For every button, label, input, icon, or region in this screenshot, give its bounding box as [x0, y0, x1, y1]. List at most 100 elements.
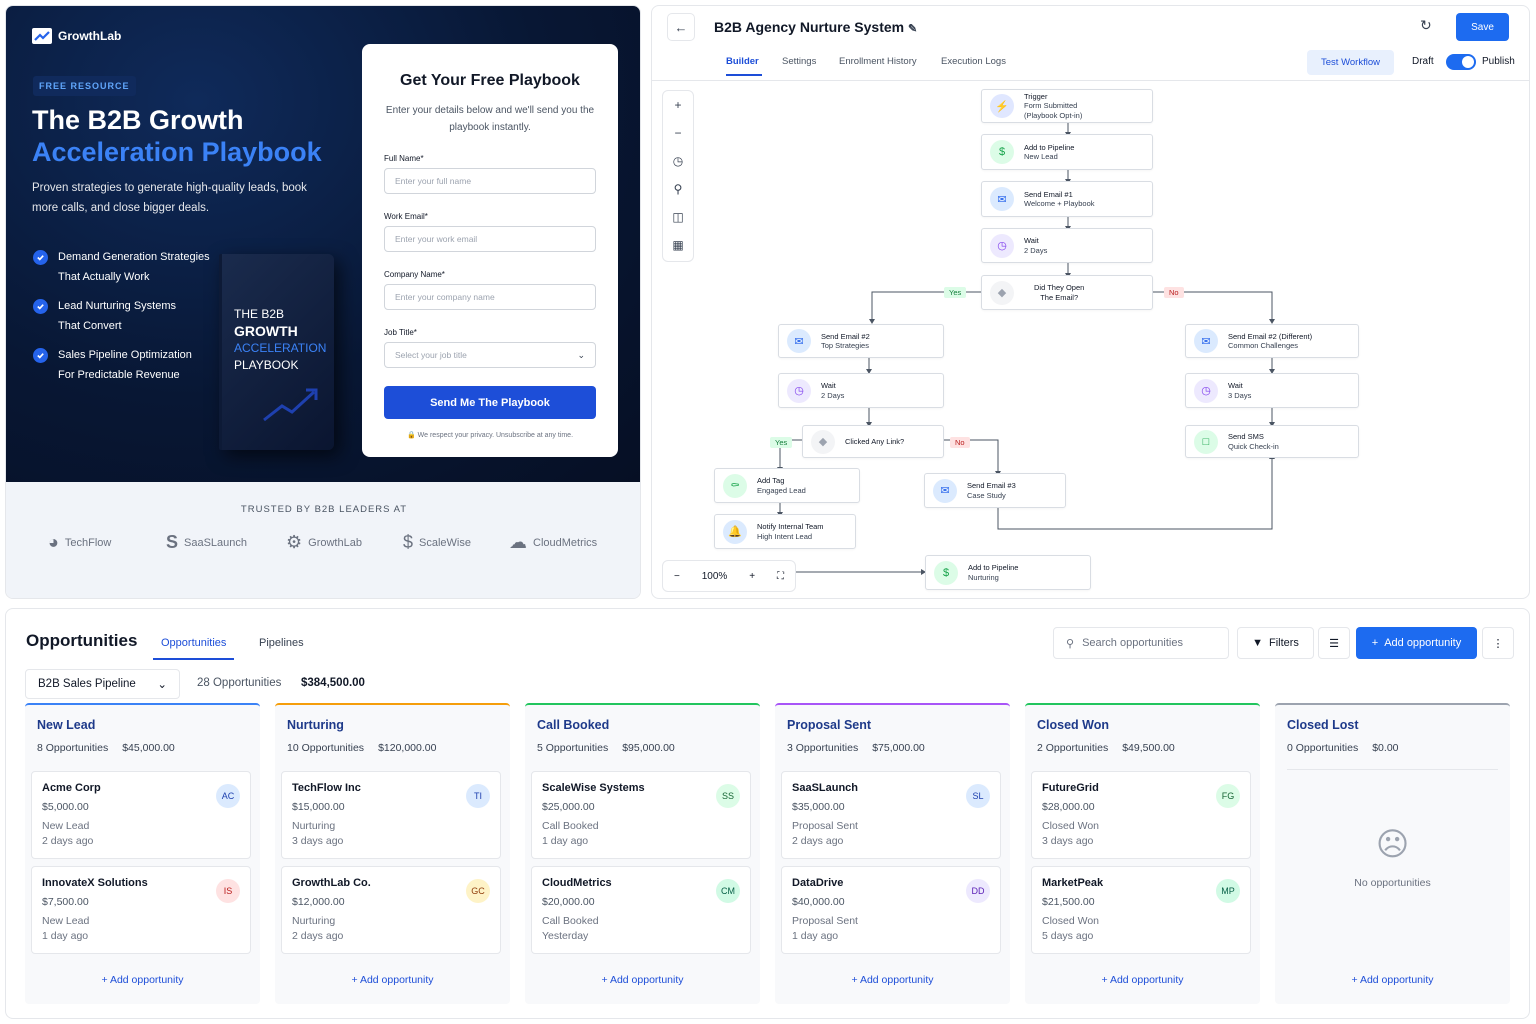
opportunity-card[interactable]: MarketPeak $21,500.00 Closed Won 5 days ago… — [1031, 866, 1251, 954]
node-title: Send Email #2 — [821, 331, 870, 341]
pipeline-column: Closed Lost 0 Opportunities $0.00 ☹ No oppor… — [1275, 703, 1510, 1004]
chat-icon: □ — [1194, 429, 1218, 454]
trigger-node[interactable]: ⚡ Trigger Form Submitted (Playbook Opt-in) — [981, 89, 1153, 123]
pipeline-select[interactable]: B2B Sales Pipeline ⌄ — [25, 669, 180, 699]
opportunity-card[interactable]: FutureGrid $28,000.00 Closed Won 3 days ago… — [1031, 771, 1251, 859]
add-opportunity-button[interactable]: + Add opportunity — [1356, 627, 1477, 659]
card-stage: Call Booked — [542, 915, 599, 927]
opportunity-card[interactable]: SaaSLaunch $35,000.00 Proposal Sent 2 days … — [781, 771, 1001, 859]
card-value: $28,000.00 — [1042, 801, 1095, 813]
saaslaunch-icon: S — [166, 532, 179, 552]
empty-text: No opportunities — [1354, 877, 1431, 889]
node-subtitle: Top Strategies — [821, 341, 869, 350]
column-title: Proposal Sent — [787, 718, 872, 732]
node-title: Notify Internal Team — [757, 522, 824, 531]
column-value: $95,000.00 — [622, 742, 675, 754]
add-opportunity-link[interactable]: + Add opportunity — [275, 974, 510, 986]
send-email-node[interactable]: ✉ Send Email #2 Top Strategies — [778, 324, 944, 358]
card-stage: New Lead — [42, 820, 90, 832]
full-name-input[interactable]: Enter your full name — [384, 168, 596, 194]
feature-item: Demand Generation Strategies That Actuall… — [33, 248, 210, 287]
submit-playbook-button[interactable]: Send Me The Playbook — [384, 386, 596, 419]
notify-team-node[interactable]: 🔔 Notify Internal Team High Intent Lead — [714, 514, 856, 549]
diamond-icon: ◆ — [811, 429, 835, 454]
card-name: DataDrive — [792, 877, 844, 889]
brand-logo[interactable]: GrowthLab — [32, 28, 121, 44]
add-pipeline-node[interactable]: $ Add to Pipeline Nurturing — [925, 555, 1091, 590]
add-opportunity-link[interactable]: + Add opportunity — [1275, 974, 1510, 986]
mail-icon: ✉ — [1194, 329, 1218, 353]
avatar: AC — [216, 784, 240, 808]
add-opportunity-link[interactable]: + Add opportunity — [1025, 974, 1260, 986]
book-line1: THE B2B — [234, 307, 285, 321]
card-name: TechFlow Inc — [292, 782, 361, 794]
opportunity-card[interactable]: InnovateX Solutions $7,500.00 New Lead 1 da… — [31, 866, 251, 954]
hero-section: GrowthLab FREE RESOURCE The B2B Growth A… — [6, 6, 640, 482]
wait-node[interactable]: ◷ Wait 2 Days — [981, 228, 1153, 263]
divider — [1287, 769, 1498, 770]
placeholder-text: Enter your company name — [395, 292, 495, 302]
work-email-input[interactable]: Enter your work email — [384, 226, 596, 252]
zoom-out-icon[interactable]: − — [674, 571, 680, 582]
hero-title-line2: Acceleration Playbook — [32, 137, 322, 167]
add-opportunity-link[interactable]: + Add opportunity — [775, 974, 1010, 986]
opportunity-card[interactable]: ScaleWise Systems $25,000.00 Call Booked 1 … — [531, 771, 751, 859]
opportunity-card[interactable]: Acme Corp $5,000.00 New Lead 2 days ago AC — [31, 771, 251, 859]
node-subtitle: 2 Days — [1024, 245, 1048, 255]
job-title-label: Job Title* — [384, 328, 417, 337]
send-email-node[interactable]: ✉ Send Email #2 (Different) Common Challe… — [1185, 324, 1359, 358]
company-name-label: Company Name* — [384, 270, 445, 279]
column-count: 2 Opportunities — [1037, 742, 1109, 754]
brand-name: CloudMetrics — [533, 536, 598, 549]
company-name-input[interactable]: Enter your company name — [384, 284, 596, 310]
send-email-node[interactable]: ✉ Send Email #3 Case Study — [924, 473, 1066, 508]
brand-name: GrowthLab — [308, 536, 362, 549]
tab-pipelines[interactable]: Pipelines — [259, 637, 304, 649]
opportunity-card[interactable]: GrowthLab Co. $12,000.00 Nurturing 2 days a… — [281, 866, 501, 954]
card-name: MarketPeak — [1042, 877, 1104, 889]
hero-title: The B2B Growth Acceleration Playbook — [32, 104, 362, 168]
add-opportunity-link[interactable]: + Add opportunity — [525, 974, 760, 986]
condition-node[interactable]: ◆ Did They Open The Email? — [981, 275, 1153, 310]
more-options-icon[interactable]: ⋮ — [1482, 627, 1514, 659]
column-title: Nurturing — [287, 718, 344, 732]
feature-line1: Lead Nurturing Systems — [58, 300, 176, 312]
search-input[interactable]: ⚲ Search opportunities — [1053, 627, 1229, 659]
send-email-node[interactable]: ✉ Send Email #1 Welcome + Playbook — [981, 181, 1153, 217]
card-stage: Call Booked — [542, 820, 599, 832]
privacy-note: 🔒 We respect your privacy. Unsubscribe a… — [384, 431, 596, 439]
list-view-icon[interactable]: ☰ — [1318, 627, 1350, 659]
dollar-icon: $ — [934, 560, 958, 585]
add-opportunity-link[interactable]: + Add opportunity — [25, 974, 260, 986]
bell-icon: 🔔 — [723, 519, 747, 544]
card-time: 1 day ago — [542, 835, 589, 847]
condition-node[interactable]: ◆ Clicked Any Link? — [802, 425, 944, 458]
add-tag-node[interactable]: ⚰ Add Tag Engaged Lead — [714, 468, 860, 503]
card-name: CloudMetrics — [542, 877, 612, 889]
no-label: No — [950, 437, 970, 448]
avatar: GC — [466, 879, 490, 903]
job-title-select[interactable]: Select your job title ⌄ — [384, 342, 596, 368]
filters-button[interactable]: ▼ Filters — [1237, 627, 1314, 659]
node-subtitle: Common Challenges — [1228, 341, 1299, 350]
wait-node[interactable]: ◷ Wait 2 Days — [778, 373, 944, 408]
opportunity-card[interactable]: CloudMetrics $20,000.00 Call Booked Yesterd… — [531, 866, 751, 954]
add-pipeline-node[interactable]: $ Add to Pipeline New Lead — [981, 134, 1153, 170]
card-value: $21,500.00 — [1042, 896, 1095, 908]
search-placeholder: Search opportunities — [1082, 637, 1183, 649]
node-subtitle: Case Study — [967, 490, 1006, 500]
node-title: Wait — [1024, 236, 1039, 245]
fit-view-icon[interactable]: ⛶ — [777, 571, 784, 582]
node-title: Clicked Any Link? — [845, 436, 905, 446]
opportunity-card[interactable]: DataDrive $40,000.00 Proposal Sent 1 day ag… — [781, 866, 1001, 954]
opportunity-card[interactable]: TechFlow Inc $15,000.00 Nurturing 3 days ag… — [281, 771, 501, 859]
feature-line2: That Actually Work — [58, 270, 150, 283]
zoom-in-icon[interactable]: + — [749, 571, 755, 582]
empty-state: ☹ No opportunities — [1275, 825, 1510, 889]
tab-opportunities[interactable]: Opportunities — [152, 637, 235, 660]
column-meta: 8 Opportunities $45,000.00 — [37, 742, 175, 754]
column-value: $120,000.00 — [378, 742, 437, 754]
send-sms-node[interactable]: □ Send SMS Quick Check-in — [1185, 425, 1359, 458]
mail-icon: ✉ — [787, 329, 811, 353]
wait-node[interactable]: ◷ Wait 3 Days — [1185, 373, 1359, 408]
